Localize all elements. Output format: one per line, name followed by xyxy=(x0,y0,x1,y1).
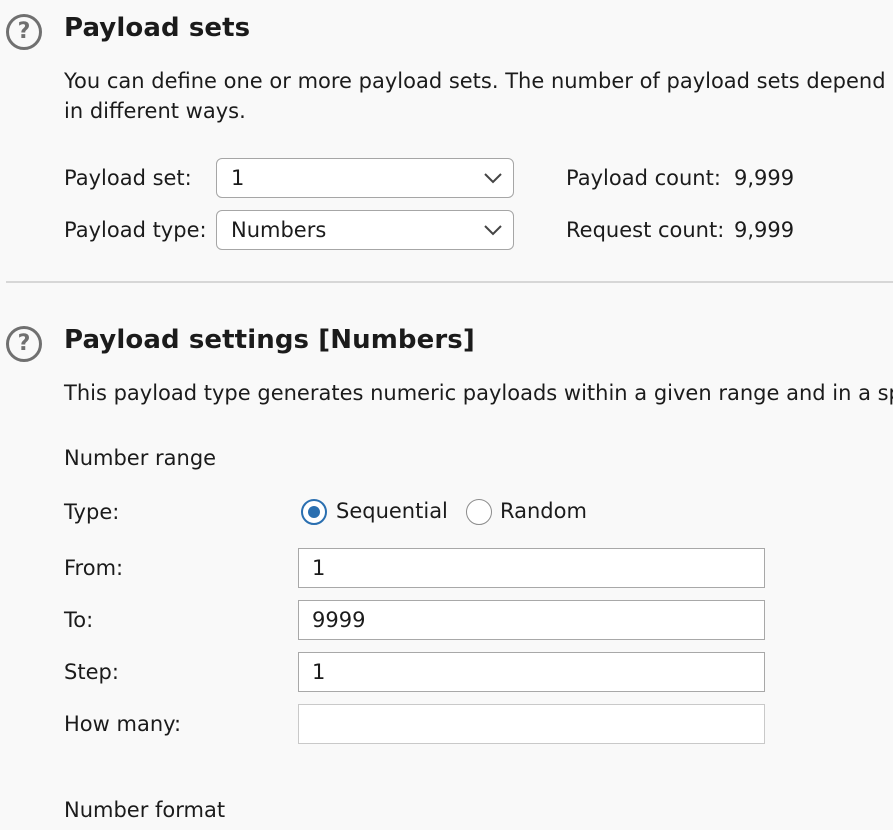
to-input[interactable]: 9999 xyxy=(298,600,765,640)
help-question-icon[interactable]: ? xyxy=(6,326,42,362)
radio-random[interactable] xyxy=(466,499,492,525)
number-range-heading: Number range xyxy=(64,446,217,470)
request-count-value: 9,999 xyxy=(734,218,795,242)
from-value: 1 xyxy=(312,556,326,580)
payload-type-label: Payload type: xyxy=(64,218,207,242)
payload-type-value: Numbers xyxy=(231,218,327,242)
type-label: Type: xyxy=(64,500,120,524)
chevron-down-icon xyxy=(484,225,502,236)
payload-count-value: 9,999 xyxy=(734,166,795,190)
payload-sets-description-line2: in different ways. xyxy=(64,99,246,123)
step-label: Step: xyxy=(64,660,119,684)
to-value: 9999 xyxy=(312,608,366,632)
payload-sets-description-line1: You can define one or more payload sets.… xyxy=(64,69,886,93)
request-count-label: Request count: xyxy=(566,218,725,242)
section-divider xyxy=(6,281,893,283)
how-many-input[interactable] xyxy=(298,704,765,744)
to-label: To: xyxy=(64,608,94,632)
section-title-payload-sets: Payload sets xyxy=(64,13,251,43)
number-format-heading: Number format xyxy=(64,798,226,822)
payload-count-label: Payload count: xyxy=(566,166,721,190)
step-input[interactable]: 1 xyxy=(298,652,765,692)
payload-set-label: Payload set: xyxy=(64,166,192,190)
section-title-payload-settings: Payload settings [Numbers] xyxy=(64,325,475,355)
payload-set-value: 1 xyxy=(231,166,245,190)
how-many-label: How many: xyxy=(64,712,182,736)
payload-settings-description: This payload type generates numeric payl… xyxy=(64,381,893,405)
chevron-down-icon xyxy=(484,173,502,184)
payload-type-dropdown[interactable]: Numbers xyxy=(216,210,514,250)
radio-random-label[interactable]: Random xyxy=(500,499,587,523)
payload-set-dropdown[interactable]: 1 xyxy=(216,158,514,198)
help-question-icon[interactable]: ? xyxy=(6,14,42,50)
radio-sequential[interactable] xyxy=(301,499,327,525)
from-input[interactable]: 1 xyxy=(298,548,765,588)
radio-sequential-label[interactable]: Sequential xyxy=(336,499,448,523)
from-label: From: xyxy=(64,556,124,580)
step-value: 1 xyxy=(312,660,326,684)
